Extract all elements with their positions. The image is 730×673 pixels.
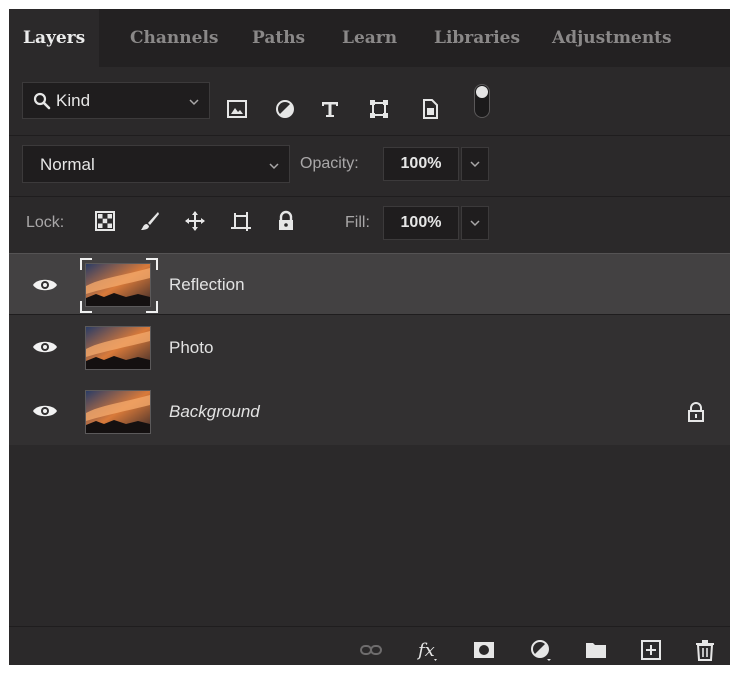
selection-bracket-top-left bbox=[80, 258, 92, 270]
blend-mode-select[interactable]: Normal bbox=[22, 145, 290, 183]
tab-learn[interactable]: Learn bbox=[342, 9, 397, 67]
layer-name: Background bbox=[169, 402, 260, 421]
lock-position-icon[interactable] bbox=[184, 210, 206, 232]
link-layers-icon[interactable] bbox=[359, 638, 383, 662]
layer-row-photo[interactable]: Photo bbox=[9, 317, 730, 379]
fill-input[interactable]: 100% bbox=[383, 206, 459, 240]
chevron-down-icon bbox=[269, 163, 279, 170]
filter-kind-select[interactable]: Kind bbox=[22, 82, 210, 119]
lock-row: Lock: Fill: 100% bbox=[9, 197, 730, 253]
filter-toggle-switch[interactable] bbox=[474, 84, 490, 118]
filter-kind-label: Kind bbox=[56, 91, 91, 110]
opacity-dropdown-button[interactable] bbox=[461, 147, 489, 181]
visibility-eye-icon[interactable] bbox=[32, 276, 58, 294]
fx-icon[interactable]: fx bbox=[417, 638, 441, 662]
layer-name: Photo bbox=[169, 338, 214, 357]
new-group-icon[interactable] bbox=[584, 638, 608, 662]
smart-object-filter-icon[interactable] bbox=[419, 98, 441, 120]
lock-all-icon[interactable] bbox=[275, 210, 297, 232]
tab-libraries[interactable]: Libraries bbox=[434, 9, 520, 67]
lock-label: Lock: bbox=[26, 214, 65, 231]
blend-mode-value: Normal bbox=[40, 155, 95, 174]
tab-channels[interactable]: Channels bbox=[130, 9, 218, 67]
layer-name: Reflection bbox=[169, 275, 245, 294]
add-mask-icon[interactable] bbox=[472, 638, 496, 662]
filter-toggle-knob bbox=[476, 86, 488, 98]
tab-adjustments[interactable]: Adjustments bbox=[552, 9, 672, 67]
opacity-input[interactable]: 100% bbox=[383, 147, 459, 181]
sunset-thumbnail-image bbox=[86, 391, 150, 433]
svg-text:fx: fx bbox=[417, 640, 435, 661]
shape-filter-icon[interactable] bbox=[368, 98, 390, 120]
selection-bracket-bottom-left bbox=[80, 301, 92, 313]
opacity-label: Opacity: bbox=[300, 155, 359, 172]
layers-footer-toolbar: fx bbox=[9, 626, 730, 665]
image-filter-icon[interactable] bbox=[226, 98, 248, 120]
new-adjustment-layer-icon[interactable] bbox=[529, 638, 553, 662]
selection-bracket-top-right bbox=[146, 258, 158, 270]
layers-panel: Layers Channels Paths Learn Libraries Ad… bbox=[9, 9, 730, 665]
layer-row-background[interactable]: Background bbox=[9, 381, 730, 443]
visibility-eye-icon[interactable] bbox=[32, 338, 58, 356]
delete-layer-icon[interactable] bbox=[693, 638, 717, 662]
layer-thumbnail bbox=[85, 263, 151, 307]
chevron-down-icon bbox=[470, 220, 480, 227]
tab-layers[interactable]: Layers bbox=[9, 9, 100, 67]
selection-bracket-bottom-right bbox=[146, 301, 158, 313]
layer-thumbnail bbox=[85, 326, 151, 370]
visibility-eye-icon[interactable] bbox=[32, 402, 58, 420]
layers-list: Reflection Photo Background bbox=[9, 253, 730, 445]
sunset-thumbnail-image bbox=[86, 327, 150, 369]
adjustment-filter-icon[interactable] bbox=[274, 98, 296, 120]
fill-dropdown-button[interactable] bbox=[461, 206, 489, 240]
lock-transparent-pixels-icon[interactable] bbox=[94, 210, 116, 232]
tab-paths[interactable]: Paths bbox=[252, 9, 305, 67]
new-layer-icon[interactable] bbox=[639, 638, 663, 662]
chevron-down-icon bbox=[189, 99, 199, 106]
layer-locked-icon[interactable] bbox=[686, 401, 706, 423]
layer-row-reflection[interactable]: Reflection bbox=[9, 253, 730, 315]
chevron-down-icon bbox=[470, 161, 480, 168]
panel-tab-bar: Layers Channels Paths Learn Libraries Ad… bbox=[9, 9, 730, 67]
blend-mode-row: Normal Opacity: 100% bbox=[9, 136, 730, 197]
lock-image-pixels-icon[interactable] bbox=[139, 210, 161, 232]
lock-artboard-icon[interactable] bbox=[230, 210, 252, 232]
search-icon bbox=[33, 92, 51, 110]
layer-thumbnail bbox=[85, 390, 151, 434]
sunset-thumbnail-image bbox=[86, 264, 150, 306]
type-filter-icon[interactable] bbox=[319, 98, 341, 120]
fill-label: Fill: bbox=[345, 214, 370, 231]
